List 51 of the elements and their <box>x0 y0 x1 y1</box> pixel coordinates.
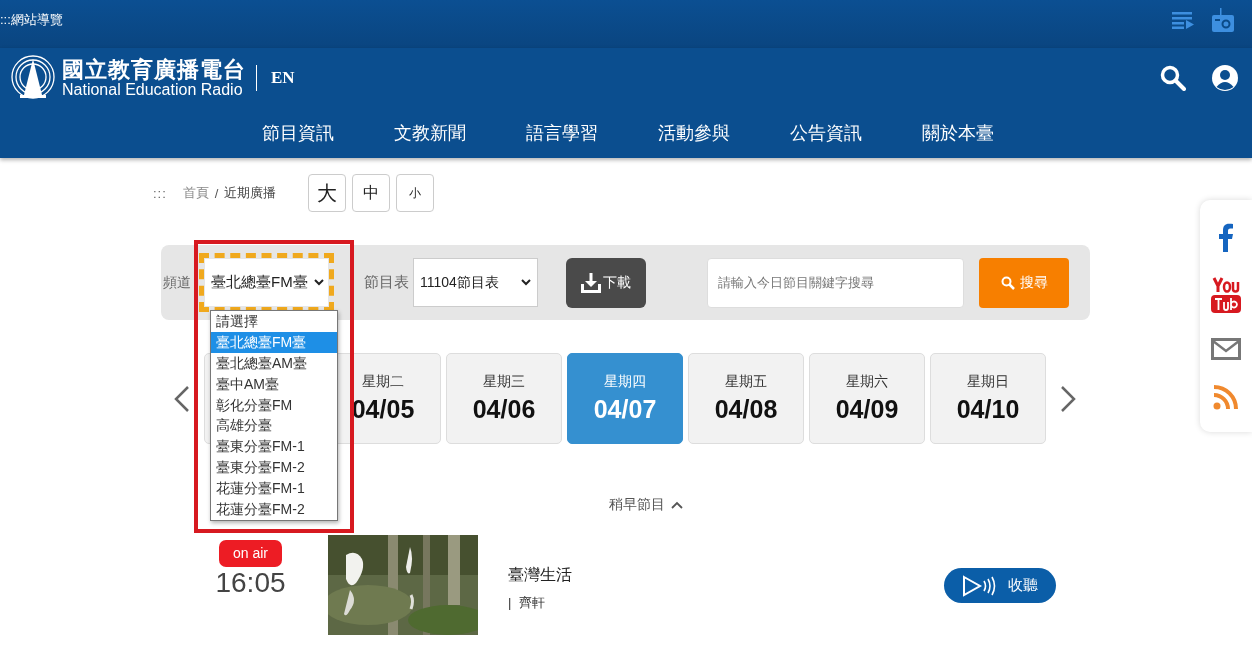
on-air-badge: on air <box>219 540 282 567</box>
breadcrumb-separator: / <box>214 185 219 201</box>
chevron-up-icon <box>671 501 683 509</box>
day-tab[interactable]: 星期六 04/09 <box>809 353 925 444</box>
day-tab[interactable]: 星期日 04/10 <box>930 353 1046 444</box>
logo-subtitle: National Education Radio <box>62 81 244 99</box>
caret-icon <box>314 279 324 286</box>
font-size-button[interactable]: 小 <box>396 174 435 212</box>
program-time: 16:05 <box>215 567 286 599</box>
user-icon[interactable] <box>1212 65 1238 91</box>
radio-icon[interactable] <box>1212 8 1234 32</box>
earlier-programs-link[interactable]: 稍早節目 <box>609 496 665 514</box>
schedule-select[interactable]: 11104節目表 <box>413 258 538 307</box>
accesskey-marker: ::: <box>153 185 167 201</box>
nav-link[interactable]: 語言學習 <box>496 121 628 145</box>
search-field[interactable]: 請輸入今日節目關鍵字搜尋 <box>707 257 964 308</box>
nav-link[interactable]: 公告資訊 <box>760 121 892 145</box>
dropdown-option[interactable]: 請選擇 <box>211 311 337 332</box>
channel-select[interactable]: 臺北總臺FM臺 <box>205 259 328 306</box>
dropdown-option[interactable]: 花蓮分臺FM-2 <box>211 499 337 520</box>
sitemap-link[interactable]: :::網站導覽 <box>0 11 63 29</box>
search-icon[interactable] <box>1160 65 1186 91</box>
nav-link[interactable]: 文教新聞 <box>364 121 496 145</box>
day-tab[interactable]: 星期三 04/06 <box>446 353 562 444</box>
font-size-button[interactable]: 中 <box>352 174 391 212</box>
channel-label: 頻道 <box>163 273 191 292</box>
video-platform-icon[interactable] <box>1210 276 1242 314</box>
download-button[interactable]: 下載 <box>566 257 646 308</box>
mail-icon[interactable] <box>1211 338 1241 360</box>
breadcrumb-link[interactable]: 首頁 <box>182 184 209 202</box>
dropdown-option[interactable]: 臺東分臺FM-2 <box>211 457 337 479</box>
logo-title: 國立教育廣播電台 <box>62 57 246 81</box>
play-sound-icon <box>962 574 996 597</box>
nav-link[interactable]: 活動參與 <box>628 121 760 145</box>
schedule-label: 節目表 <box>364 273 409 292</box>
caret-icon <box>521 279 531 286</box>
program-host: | 齊軒 <box>508 594 546 612</box>
download-icon <box>581 272 601 293</box>
breadcrumb-current: 近期廣播 <box>224 184 277 202</box>
day-tab[interactable]: 星期五 04/08 <box>688 353 804 444</box>
nav-link[interactable]: 關於本臺 <box>892 121 1024 145</box>
program-title: 臺灣生活 <box>508 565 572 585</box>
font-size-button[interactable]: 大 <box>308 174 347 212</box>
language-link[interactable]: EN <box>271 68 295 88</box>
dropdown-option[interactable]: 花蓮分臺FM-1 <box>211 478 337 499</box>
search-icon <box>1000 275 1015 290</box>
facebook-icon[interactable] <box>1218 222 1234 252</box>
listen-button[interactable]: 收聽 <box>944 568 1056 603</box>
logo-emblem-icon <box>10 55 56 101</box>
nav-link[interactable]: 節目資訊 <box>232 121 364 145</box>
playlist-icon[interactable] <box>1172 11 1194 29</box>
